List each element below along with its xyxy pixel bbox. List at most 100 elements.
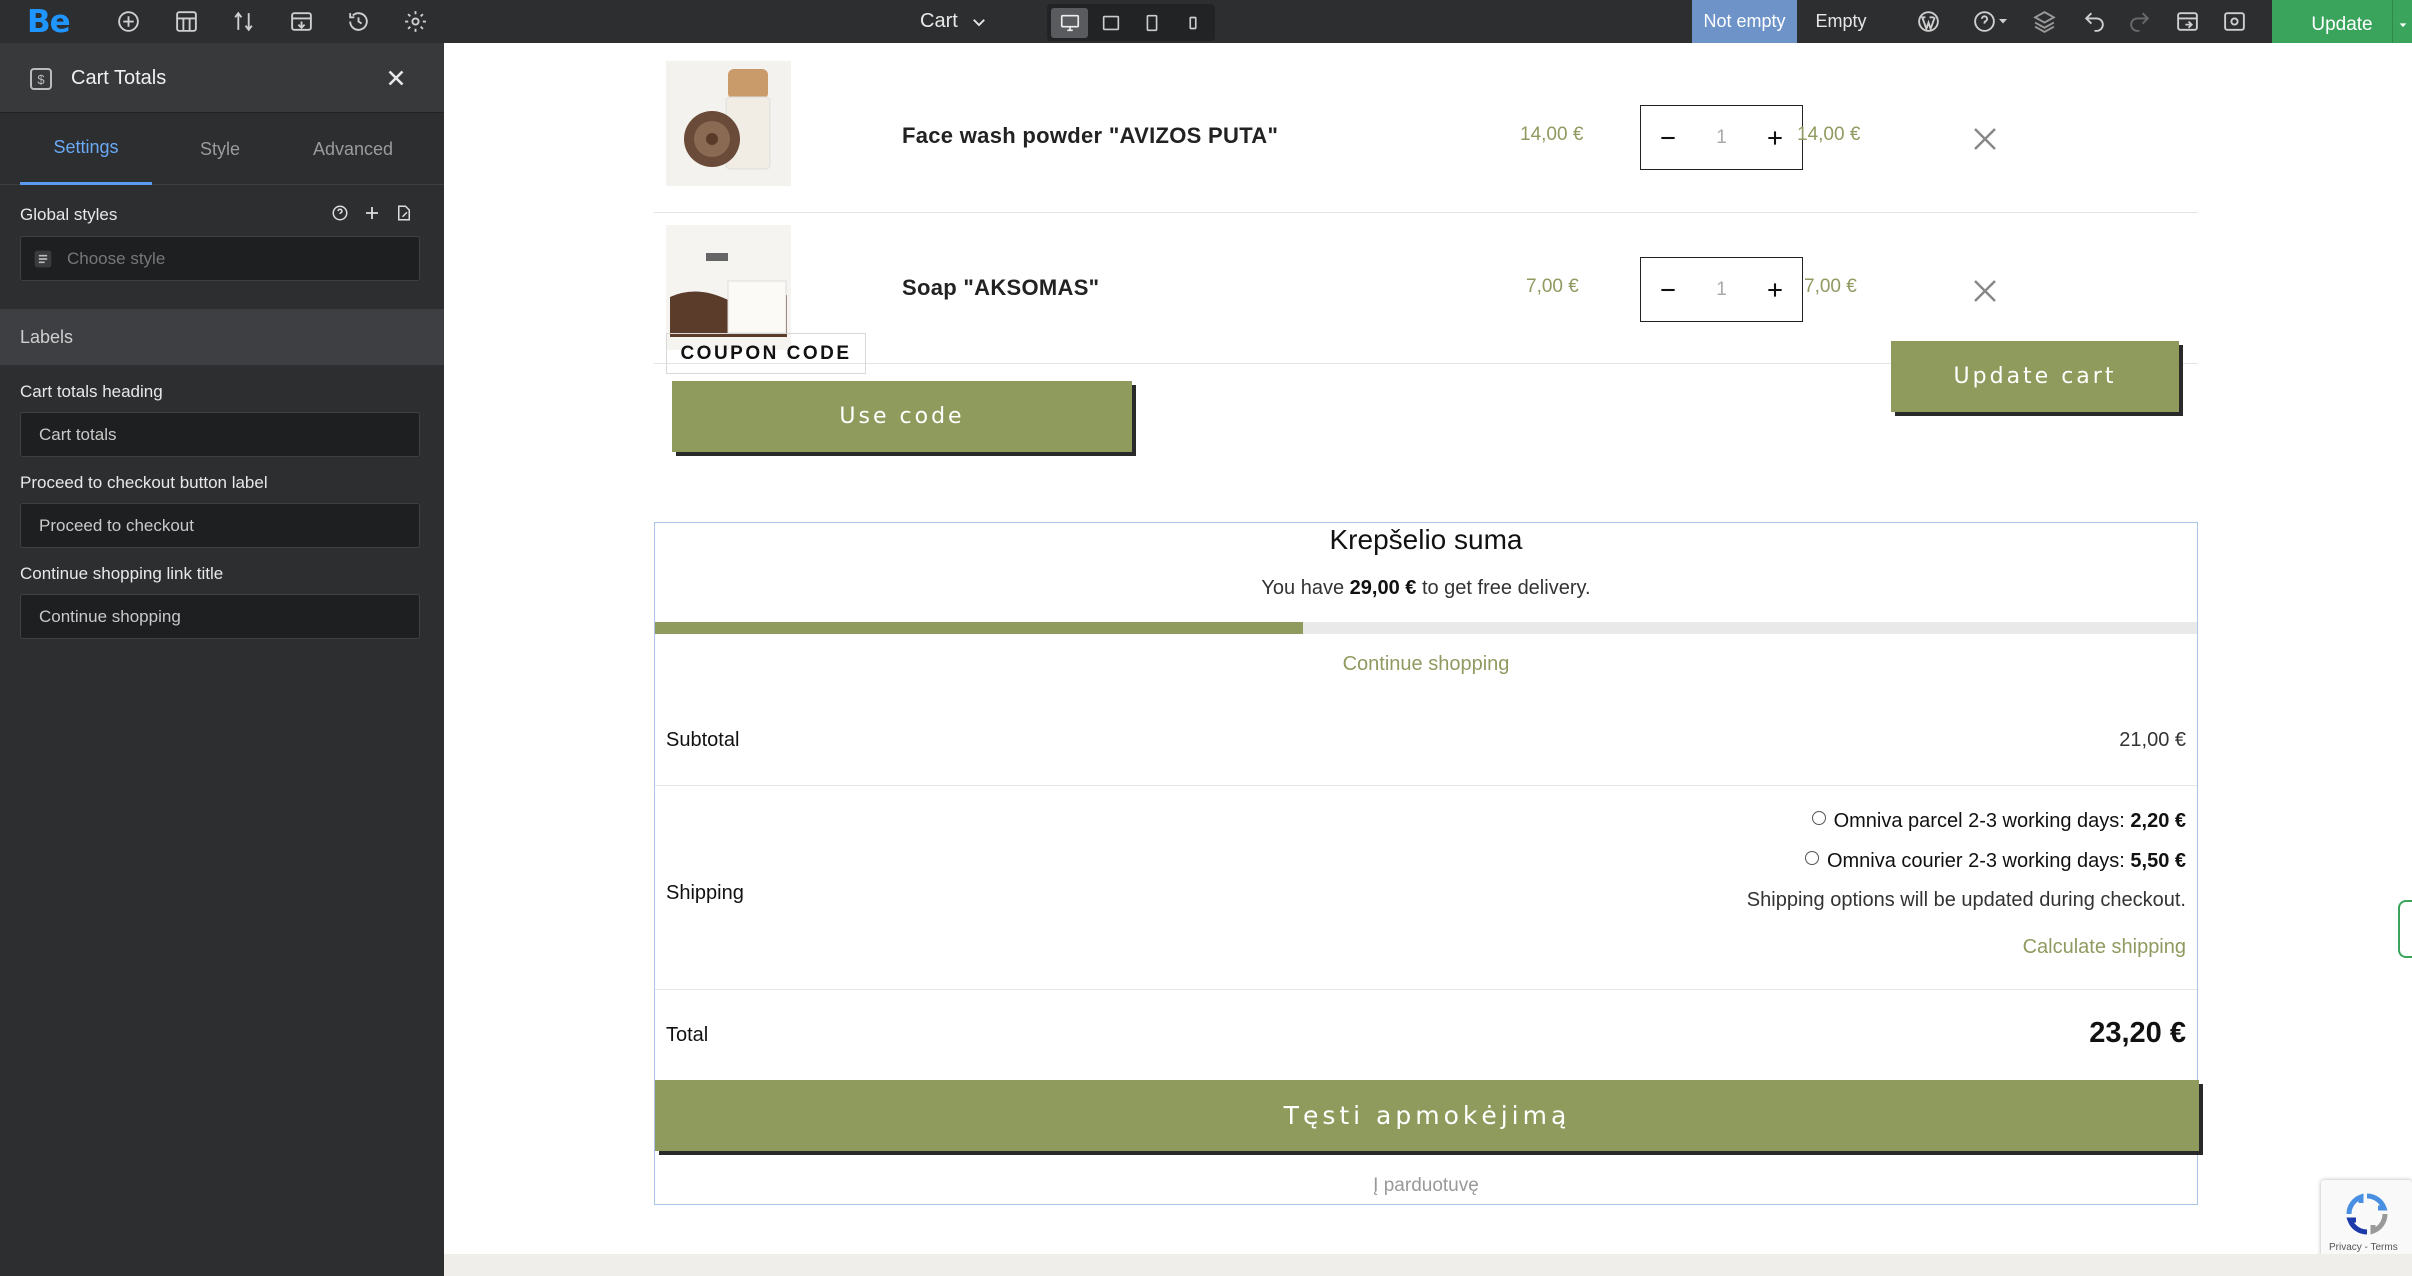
sort-icon[interactable] — [228, 6, 258, 36]
recaptcha-icon — [2346, 1193, 2388, 1235]
return-to-shop-link[interactable]: Į parduotuvę — [655, 1175, 2197, 1197]
settings-sidebar: $ Cart Totals Settings Style Advanced Gl… — [0, 43, 444, 1276]
continue-shopping-title-input[interactable]: Continue shopping — [20, 594, 420, 639]
help-icon[interactable] — [330, 203, 350, 223]
shipping-option[interactable]: Omniva courier 2-3 working days: 5,50 € — [1804, 850, 2186, 873]
continue-shopping-link[interactable]: Continue shopping — [655, 653, 2197, 676]
update-cart-button[interactable]: Update cart — [1891, 341, 2179, 412]
recaptcha-terms[interactable]: Privacy - Terms — [2329, 1242, 2398, 1253]
increase-quantity-button[interactable] — [1760, 123, 1790, 153]
calculate-shipping-link[interactable]: Calculate shipping — [2023, 936, 2186, 959]
product-image[interactable] — [666, 61, 791, 186]
open-page-icon[interactable] — [2172, 6, 2202, 36]
page-selector[interactable]: Cart — [920, 0, 988, 43]
help-icon[interactable] — [1968, 6, 2012, 36]
builder-logo[interactable]: Be — [27, 4, 71, 40]
wordpress-icon[interactable] — [1913, 6, 1943, 36]
global-style-placeholder: Choose style — [67, 248, 166, 268]
product-image[interactable] — [666, 225, 791, 350]
checkout-button-label-input[interactable]: Proceed to checkout — [20, 503, 420, 548]
remove-item-icon[interactable] — [1970, 276, 2000, 306]
shipping-label: Shipping — [666, 882, 744, 904]
mobile-view-icon[interactable] — [1174, 8, 1211, 38]
tab-advanced[interactable]: Advanced — [292, 113, 414, 185]
tab-style[interactable]: Style — [162, 113, 278, 185]
shipping-radio[interactable] — [1804, 850, 1819, 865]
recaptcha-badge[interactable]: Privacy - Terms — [2321, 1180, 2412, 1258]
cart-totals-heading-label: Cart totals heading — [20, 382, 163, 401]
shipping-option[interactable]: Omniva parcel 2-3 working days: 2,20 € — [1811, 810, 2186, 833]
decrease-quantity-button[interactable] — [1653, 123, 1683, 153]
shipping-note: Shipping options will be updated during … — [1746, 889, 2186, 911]
delivery-suffix: to get free delivery. — [1416, 577, 1591, 599]
product-name[interactable]: Soap "AKSOMAS" — [902, 275, 1099, 301]
coupon-code-input[interactable]: COUPON CODE — [666, 333, 866, 374]
divider — [655, 785, 2197, 786]
continue-shopping-title-label: Continue shopping link title — [20, 564, 224, 583]
update-button-label: Update — [2311, 14, 2373, 35]
delivery-amount: 29,00 € — [1349, 577, 1417, 599]
top-toolbar: Be Cart Not empty Empty Update — [0, 0, 2412, 50]
accessibility-widget-icon[interactable] — [2398, 900, 2412, 958]
subtotal-value: 21,00 € — [2119, 729, 2186, 751]
product-name[interactable]: Face wash powder "AVIZOS PUTA" — [902, 123, 1278, 149]
cart-totals-icon: $ — [30, 68, 52, 90]
chevron-down-icon — [972, 18, 985, 26]
checkout-button-label-label: Proceed to checkout button label — [20, 473, 268, 492]
increase-quantity-button[interactable] — [1760, 275, 1790, 305]
quantity-value[interactable]: 1 — [1716, 279, 1727, 301]
add-style-icon[interactable] — [362, 203, 382, 223]
cart-totals-heading-input[interactable]: Cart totals — [20, 412, 420, 457]
product-subtotal: 7,00 € — [1804, 276, 1857, 297]
panel-tabs: Settings Style Advanced — [0, 113, 444, 185]
shipping-option-label: Omniva parcel 2-3 working days: — [1833, 810, 2131, 832]
use-code-button[interactable]: Use code — [672, 381, 1132, 452]
product-subtotal: 14,00 € — [1797, 124, 1861, 145]
divider — [655, 989, 2197, 990]
close-icon[interactable] — [383, 65, 409, 91]
global-style-select[interactable]: Choose style — [20, 236, 420, 281]
history-icon[interactable] — [343, 6, 373, 36]
templates-icon[interactable] — [286, 6, 316, 36]
decrease-quantity-button[interactable] — [1653, 275, 1683, 305]
tab-settings[interactable]: Settings — [20, 113, 152, 185]
proceed-to-checkout-button[interactable]: Tęsti apmokėjimą — [655, 1080, 2199, 1151]
page-selector-label: Cart — [920, 10, 958, 32]
laptop-view-icon[interactable] — [1092, 8, 1129, 38]
tablet-view-icon[interactable] — [1133, 8, 1170, 38]
cart-totals-heading: Krepšelio suma — [1329, 524, 1523, 555]
cart-totals-block[interactable]: Krepšelio suma You have 29,00 € to get f… — [654, 522, 2199, 1205]
shipping-radio[interactable] — [1811, 810, 1826, 825]
progress-fill — [655, 622, 1303, 634]
face-wash-image-icon — [666, 61, 791, 186]
state-not-empty-button[interactable]: Not empty — [1692, 0, 1797, 43]
redo-icon[interactable] — [2124, 6, 2154, 36]
product-price: 14,00 € — [1520, 124, 1584, 145]
state-empty-button[interactable]: Empty — [1800, 0, 1882, 43]
layout-icon[interactable] — [171, 6, 201, 36]
desktop-view-icon[interactable] — [1051, 7, 1088, 38]
settings-gear-icon[interactable] — [400, 6, 430, 36]
remove-item-icon[interactable] — [1970, 124, 2000, 154]
subtotal-label: Subtotal — [666, 729, 740, 751]
quantity-stepper: 1 — [1640, 257, 1803, 322]
edit-style-icon[interactable] — [394, 203, 414, 223]
add-element-icon[interactable] — [113, 6, 143, 36]
free-delivery-progress-bar — [655, 622, 2197, 634]
page-canvas: Face wash powder "AVIZOS PUTA" 14,00 € 1… — [444, 43, 2412, 1276]
panel-title: Cart Totals — [71, 67, 167, 89]
page-footer-strip — [444, 1254, 2412, 1276]
quantity-value[interactable]: 1 — [1716, 127, 1727, 149]
global-styles-actions — [330, 203, 414, 223]
cart-item-row: Face wash powder "AVIZOS PUTA" 14,00 € 1… — [654, 61, 2198, 213]
device-switcher — [1047, 4, 1215, 41]
total-label: Total — [666, 1024, 709, 1046]
layers-icon[interactable] — [2029, 6, 2059, 36]
labels-section-header[interactable]: Labels — [0, 309, 444, 365]
preview-icon[interactable] — [2219, 6, 2249, 36]
undo-icon[interactable] — [2079, 6, 2109, 36]
delivery-prefix: You have — [1261, 577, 1350, 599]
global-styles-label: Global styles — [20, 205, 118, 224]
panel-header: $ Cart Totals — [0, 43, 444, 113]
style-list-icon — [34, 250, 52, 268]
